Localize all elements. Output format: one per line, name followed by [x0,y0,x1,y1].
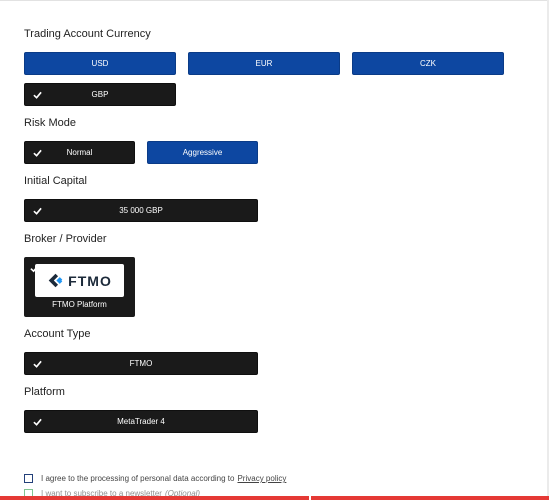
risk-aggressive-button[interactable]: Aggressive [147,141,258,164]
risk-mode-label: Risk Mode [24,117,76,129]
trading-account-form: Trading Account Currency USD EUR CZK GBP… [0,0,549,500]
bottom-accent-bar [0,496,549,500]
privacy-checkbox[interactable] [24,474,33,483]
account-type-value: FTMO [129,359,153,368]
broker-name: FTMO Platform [52,300,107,309]
account-type-label: Account Type [24,328,91,340]
currency-gbp-button[interactable]: GBP [24,83,176,106]
currency-eur-button[interactable]: EUR [188,52,340,75]
initial-capital-label: Initial Capital [24,175,87,187]
platform-label: Platform [24,386,65,398]
capital-35000-button[interactable]: 35 000 GBP [24,199,258,222]
bottom-accent-gap [309,496,311,500]
privacy-consent-text: I agree to the processing of personal da… [41,474,235,483]
ftmo-logo-icon [48,273,63,288]
account-type-ftmo-button[interactable]: FTMO [24,352,258,375]
currency-czk-button[interactable]: CZK [352,52,504,75]
platform-mt4-button[interactable]: MetaTrader 4 [24,410,258,433]
ftmo-logo-text: FTMO [68,272,112,289]
currency-eur-label: EUR [255,59,273,68]
checkmark-icon [33,207,42,215]
platform-value: MetaTrader 4 [117,417,165,426]
currency-usd-button[interactable]: USD [24,52,176,75]
currency-usd-label: USD [91,59,109,68]
checkmark-icon [33,91,42,99]
currency-label: Trading Account Currency [24,28,151,40]
capital-value: 35 000 GBP [119,206,163,215]
risk-aggressive-label: Aggressive [182,148,223,157]
currency-czk-label: CZK [420,59,436,68]
privacy-consent-row: I agree to the processing of personal da… [24,474,286,483]
broker-ftmo-card[interactable]: FTMO FTMO Platform [24,257,135,317]
privacy-policy-link[interactable]: Privacy policy [237,474,286,483]
currency-gbp-label: GBP [91,90,109,99]
ftmo-logo: FTMO [35,264,124,297]
checkmark-icon [33,149,42,157]
checkmark-icon [33,418,42,426]
broker-label: Broker / Provider [24,233,107,245]
checkmark-icon [33,360,42,368]
risk-normal-label: Normal [66,148,93,157]
risk-normal-button[interactable]: Normal [24,141,135,164]
top-divider [0,0,549,1]
